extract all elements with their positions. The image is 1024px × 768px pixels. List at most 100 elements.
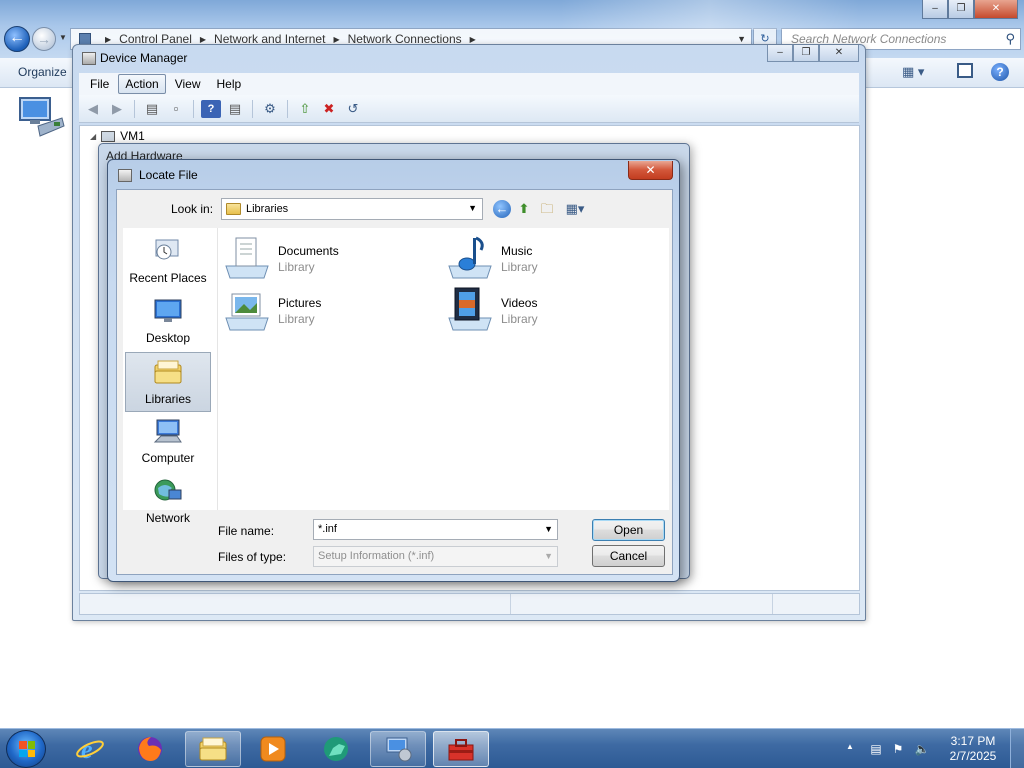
recent-pages-dropdown[interactable]: ▼ bbox=[59, 33, 67, 42]
properties-page-icon[interactable]: ▫ bbox=[166, 100, 186, 118]
uninstall-icon[interactable]: ✖ bbox=[319, 100, 339, 118]
taskbar-media-player[interactable] bbox=[245, 731, 301, 767]
action-pane-icon[interactable]: ▤ bbox=[225, 100, 245, 118]
change-view-icon[interactable]: ▦ ▾ bbox=[902, 64, 924, 80]
search-icon[interactable]: ⚲ bbox=[1005, 31, 1015, 47]
file-name-value: *.inf bbox=[318, 523, 337, 535]
media-player-icon bbox=[260, 736, 286, 762]
start-button[interactable] bbox=[6, 730, 46, 768]
look-in-dropdown[interactable]: Libraries ▼ bbox=[221, 198, 483, 220]
file-list: Documents Library Music Library Pictures… bbox=[217, 228, 669, 510]
organize-button[interactable]: Organize bbox=[18, 65, 67, 79]
scan-hardware-changes-icon[interactable]: ⚙ bbox=[260, 100, 280, 118]
system-tray: ▲ ▤ ⚑ 🔈 3:17 PM 2/7/2025 bbox=[842, 729, 1024, 768]
place-label: Network bbox=[145, 511, 190, 525]
network-icon bbox=[154, 479, 182, 501]
taskbar-toolbox[interactable] bbox=[433, 731, 489, 767]
device-manager-window-controls: – ❐ ✕ bbox=[767, 45, 859, 62]
item-type: Library bbox=[501, 260, 538, 274]
explorer-window-controls: – ❐ ✕ bbox=[922, 0, 1018, 20]
item-type: Library bbox=[278, 312, 315, 326]
files-of-type-value: Setup Information (*.inf) bbox=[318, 550, 435, 562]
address-dropdown-icon[interactable]: ▼ bbox=[737, 34, 746, 44]
help-icon[interactable]: ? bbox=[201, 99, 221, 118]
disable-device-icon[interactable]: ↺ bbox=[343, 100, 363, 118]
computer-icon bbox=[153, 419, 182, 443]
files-of-type-select[interactable]: Setup Information (*.inf) ▼ bbox=[313, 546, 558, 567]
chevron-right-icon: ▶ bbox=[199, 34, 207, 44]
clock[interactable]: 3:17 PM 2/7/2025 bbox=[942, 734, 1004, 764]
taskbar: e ▲ ▤ ⚑ 🔈 3:17 PM 2/7/2025 bbox=[0, 728, 1024, 768]
menu-help[interactable]: Help bbox=[210, 74, 249, 94]
place-label: Computer bbox=[141, 451, 195, 465]
toolbox-icon bbox=[448, 739, 474, 761]
action-center-flag-icon[interactable]: ⚑ bbox=[890, 741, 906, 757]
new-folder-icon[interactable]: 🗀 bbox=[538, 200, 556, 218]
cancel-button[interactable]: Cancel bbox=[592, 545, 665, 567]
toolbar: ◀ ▶ ▤ ▫ ? ▤ ⚙ ⇧ ✖ ↺ bbox=[79, 95, 859, 123]
taskbar-windows-explorer[interactable] bbox=[185, 731, 241, 767]
up-one-level-icon[interactable]: ⬆ bbox=[515, 200, 533, 218]
show-hide-console-tree-icon[interactable]: ▤ bbox=[142, 100, 162, 118]
place-libraries[interactable]: Libraries bbox=[125, 352, 211, 412]
folder-icon bbox=[199, 737, 227, 761]
device-manager-icon bbox=[82, 52, 96, 65]
back-arrow-icon[interactable]: ◀ bbox=[83, 100, 103, 118]
close-button[interactable]: ✕ bbox=[974, 0, 1018, 19]
computer-icon bbox=[101, 130, 116, 142]
music-library-icon bbox=[448, 236, 492, 279]
open-button[interactable]: Open bbox=[592, 519, 665, 541]
menu-view[interactable]: View bbox=[168, 74, 208, 94]
toolbar-separator bbox=[193, 99, 194, 118]
volume-muted-icon[interactable]: 🔈 bbox=[914, 741, 930, 757]
minimize-button[interactable]: – bbox=[767, 45, 793, 62]
view-menu-icon[interactable]: ▦▾ bbox=[563, 200, 587, 218]
recent-places-icon bbox=[155, 239, 179, 260]
network-adapter-icon[interactable] bbox=[18, 96, 66, 140]
close-button[interactable]: ✕ bbox=[819, 45, 859, 62]
minimize-button[interactable]: – bbox=[922, 0, 948, 19]
taskbar-device-manager[interactable] bbox=[370, 731, 426, 767]
list-item-documents[interactable]: Documents Library bbox=[222, 234, 422, 282]
file-name-input[interactable]: *.inf ▼ bbox=[313, 519, 558, 540]
places-bar: Recent Places Desktop Libraries Computer… bbox=[123, 228, 217, 525]
place-computer[interactable]: Computer bbox=[125, 412, 211, 472]
list-item-pictures[interactable]: Pictures Library bbox=[222, 286, 422, 334]
show-hidden-icons-button[interactable]: ▲ bbox=[846, 742, 854, 751]
help-icon[interactable]: ? bbox=[991, 63, 1009, 81]
show-desktop-button[interactable] bbox=[1010, 729, 1024, 768]
place-network[interactable]: Network bbox=[125, 472, 211, 532]
item-type: Library bbox=[278, 260, 315, 274]
collapse-triangle-icon[interactable]: ◢ bbox=[90, 132, 96, 141]
place-desktop[interactable]: Desktop bbox=[125, 292, 211, 352]
update-driver-icon[interactable]: ⇧ bbox=[295, 100, 315, 118]
taskbar-internet-explorer[interactable]: e bbox=[62, 731, 118, 767]
preview-pane-icon[interactable] bbox=[957, 63, 973, 78]
pictures-library-icon bbox=[225, 293, 269, 331]
network-tray-icon[interactable]: ▤ bbox=[868, 741, 884, 757]
forward-arrow-icon[interactable]: ▶ bbox=[107, 100, 127, 118]
forward-button[interactable]: → bbox=[32, 27, 56, 51]
back-button[interactable]: ← bbox=[4, 26, 30, 52]
list-item-music[interactable]: Music Library bbox=[445, 234, 645, 282]
status-cell bbox=[510, 594, 511, 614]
taskbar-app[interactable] bbox=[308, 731, 364, 767]
menu-file[interactable]: File bbox=[83, 74, 116, 94]
close-button[interactable]: ✕ bbox=[628, 161, 673, 180]
tree-root-node[interactable]: ◢ VM1 bbox=[90, 129, 145, 143]
maximize-button[interactable]: ❐ bbox=[793, 45, 819, 62]
taskbar-firefox[interactable] bbox=[122, 731, 178, 767]
firefox-icon bbox=[138, 737, 162, 761]
files-of-type-label: Files of type: bbox=[218, 550, 287, 564]
place-recent-places[interactable]: Recent Places bbox=[125, 232, 211, 292]
item-name: Videos bbox=[501, 296, 538, 310]
list-item-videos[interactable]: Videos Library bbox=[445, 286, 645, 334]
menu-action[interactable]: Action bbox=[118, 74, 166, 94]
chevron-right-icon: ▶ bbox=[105, 34, 112, 44]
chevron-down-icon[interactable]: ▼ bbox=[544, 524, 553, 534]
go-back-icon[interactable]: ← bbox=[493, 200, 511, 218]
videos-library-icon bbox=[448, 287, 492, 331]
svg-text:e: e bbox=[81, 735, 93, 764]
maximize-button[interactable]: ❐ bbox=[948, 0, 974, 19]
internet-explorer-icon: e bbox=[76, 735, 104, 764]
